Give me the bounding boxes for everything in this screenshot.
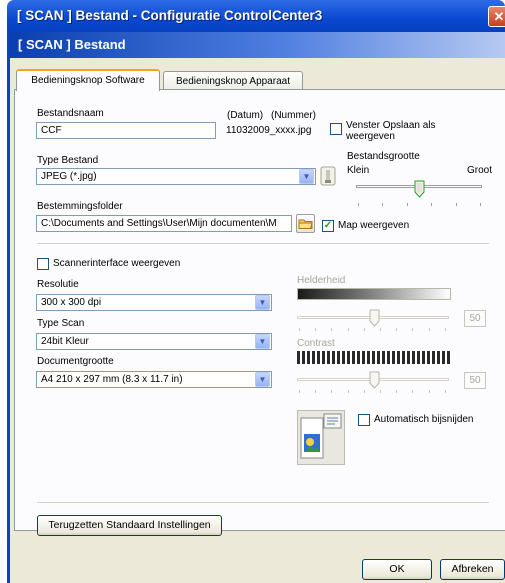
show-folder-label: Map weergeven [338,220,410,231]
tab-device[interactable]: Bedieningsknop Apparaat [163,71,303,91]
file-name-label: Bestandsnaam [37,108,104,119]
slider-tick [480,203,481,206]
folder-field[interactable]: C:\Documents and Settings\User\Mijn docu… [36,215,292,232]
slider-tick [382,203,384,206]
slider-tick [444,390,446,393]
slider-tick [299,328,300,331]
brightness-gradient [297,288,451,300]
slider-tick [299,390,300,393]
reset-defaults-button[interactable]: Terugzetten Standaard Instellingen [37,515,222,536]
slider-tick [315,328,317,331]
file-size-icon[interactable] [320,166,336,186]
scanner-interface-checkbox[interactable] [37,258,49,270]
auto-crop-label: Automatisch bijsnijden [374,414,474,425]
slider-tick [428,390,430,393]
slider-tick [412,328,414,331]
brightness-slider[interactable] [369,309,380,327]
checkmark-icon: ✓ [323,220,333,231]
slider-tick [380,328,381,331]
slider-tick [380,390,381,393]
show-folder-checkbox[interactable]: ✓ [322,220,334,232]
contrast-label: Contrast [297,338,335,349]
doc-size-select[interactable]: A4 210 x 297 mm (8.3 x 11.7 in) [36,371,272,388]
browse-folder-icon[interactable] [296,214,315,233]
slider-tick [331,328,333,331]
scan-document-icon [297,410,345,465]
slider-tick [331,390,333,393]
brightness-value[interactable]: 50 [464,310,486,327]
dropdown-arrow-icon[interactable]: ▼ [299,169,314,184]
slider-tick [428,328,430,331]
slider-tick [363,328,365,331]
slider-tick [444,328,446,331]
scanner-interface-label: Scannerinterface weergeven [53,258,181,269]
file-type-label: Type Bestand [37,155,99,166]
slider-tick [406,203,408,206]
doc-size-label: Documentgrootte [37,356,114,367]
date-label: (Datum) [227,110,264,121]
doc-size-value: A4 210 x 297 mm (8.3 x 11.7 in) [41,374,183,385]
slider-tick [363,390,365,393]
slider-tick [315,390,317,393]
slider-tick [431,203,433,206]
cancel-button[interactable]: Afbreken [440,559,505,580]
resolution-value: 300 x 300 dpi [41,297,102,308]
file-suffix: 11032009_xxxx.jpg [226,125,312,136]
save-window-label: Venster Opslaan als weergeven [346,120,436,142]
close-icon[interactable]: ✕ [488,6,505,27]
file-size-label: Bestandsgrootte [347,151,420,162]
file-size-large: Groot [467,165,493,176]
auto-crop-checkbox[interactable] [358,414,370,426]
file-type-value: JPEG (*.jpg) [41,171,97,182]
file-name-field[interactable]: CCF [36,122,216,139]
resolution-label: Resolutie [37,279,79,290]
number-label: (Nummer) [271,110,316,121]
slider-tick [347,390,349,393]
file-type-select[interactable]: JPEG (*.jpg) [36,168,316,185]
slider-tick [396,390,398,393]
divider [37,243,489,245]
slider-tick [347,328,349,331]
file-size-small: Klein [347,165,370,176]
ok-button[interactable]: OK [362,559,432,580]
contrast-value[interactable]: 50 [464,372,486,389]
slider-tick [412,390,414,393]
folder-label: Bestemmingsfolder [37,201,123,212]
resolution-select[interactable]: 300 x 300 dpi [36,294,272,311]
save-window-checkbox[interactable] [330,123,342,135]
contrast-slider[interactable] [369,371,380,389]
brightness-label: Helderheid [297,275,346,286]
window-title: [ SCAN ] Bestand - Configuratie ControlC… [17,8,323,23]
tab-software[interactable]: Bedieningsknop Software [16,69,160,91]
scan-type-select[interactable]: 24bit Kleur [36,333,272,350]
dropdown-arrow-icon[interactable]: ▼ [255,295,270,310]
scan-type-value: 24bit Kleur [41,336,89,347]
scan-type-label: Type Scan [37,318,85,329]
page-title: [ SCAN ] Bestand [18,37,126,52]
dropdown-arrow-icon[interactable]: ▼ [255,334,270,349]
slider-tick [455,203,457,206]
contrast-pattern [297,351,451,364]
slider-tick [358,203,359,206]
slider-tick [396,328,398,331]
divider [37,502,489,504]
dropdown-arrow-icon[interactable]: ▼ [255,372,270,387]
file-size-slider[interactable] [414,180,425,198]
